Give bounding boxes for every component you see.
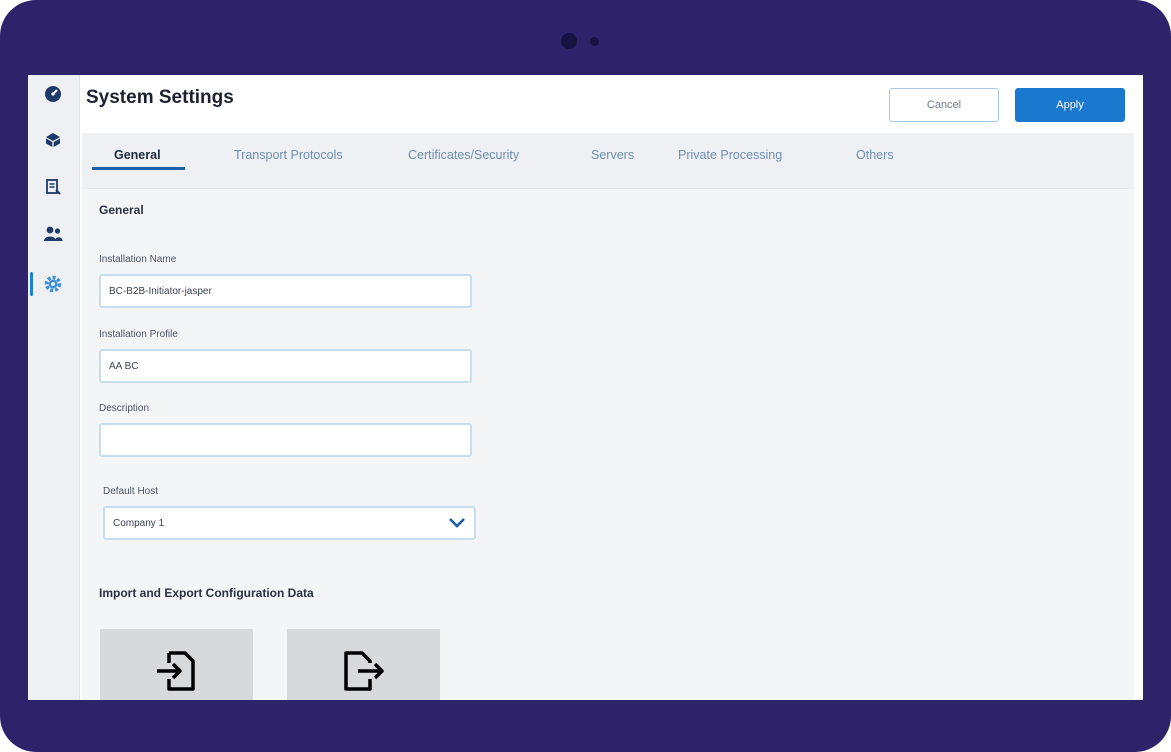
default-host-label: Default Host	[103, 486, 159, 497]
tab-general[interactable]: General	[114, 148, 161, 162]
installation-name-label: Installation Name	[99, 254, 177, 265]
sidebar	[28, 75, 80, 700]
cancel-button[interactable]: Cancel	[889, 88, 999, 122]
default-host-select[interactable]: Company 1	[103, 506, 476, 540]
app-screen: System Settings Cancel Apply General Tra…	[28, 75, 1143, 700]
report-icon[interactable]	[42, 176, 64, 198]
general-section-heading: General	[99, 203, 144, 217]
camera-lens	[561, 33, 577, 49]
description-label: Description	[99, 403, 150, 414]
active-tab-underline	[92, 167, 185, 170]
camera-sensor	[590, 37, 599, 46]
installation-profile-field[interactable]: AA BC	[99, 349, 472, 383]
settings-content: General Transport Protocols Certificates…	[82, 133, 1134, 700]
import-export-heading: Import and Export Configuration Data	[99, 586, 314, 600]
chevron-down-icon	[449, 518, 465, 528]
sidebar-active-indicator	[30, 272, 33, 296]
box-icon[interactable]	[42, 129, 64, 151]
installation-profile-label: Installation Profile	[99, 329, 178, 340]
tab-bar: General Transport Protocols Certificates…	[82, 133, 1134, 189]
export-file-icon	[343, 651, 384, 691]
tab-others[interactable]: Others	[856, 148, 894, 162]
apply-button[interactable]: Apply	[1015, 88, 1125, 122]
tab-private-processing[interactable]: Private Processing	[678, 148, 782, 162]
gear-icon[interactable]	[42, 273, 64, 295]
users-icon[interactable]	[42, 223, 64, 245]
tab-certificates-security[interactable]: Certificates/Security	[408, 148, 519, 162]
import-config-tile[interactable]	[100, 629, 253, 700]
export-config-tile[interactable]	[287, 629, 440, 700]
installation-name-field[interactable]: BC-B2B-Initiator-jasper	[99, 274, 472, 308]
page-title: System Settings	[86, 87, 234, 108]
device-frame: System Settings Cancel Apply General Tra…	[0, 0, 1171, 752]
dashboard-icon[interactable]	[42, 83, 64, 105]
import-file-icon	[156, 651, 195, 691]
default-host-value: Company 1	[113, 517, 165, 529]
description-field[interactable]	[99, 423, 472, 457]
tab-transport-protocols[interactable]: Transport Protocols	[234, 148, 343, 162]
tab-servers[interactable]: Servers	[591, 148, 634, 162]
